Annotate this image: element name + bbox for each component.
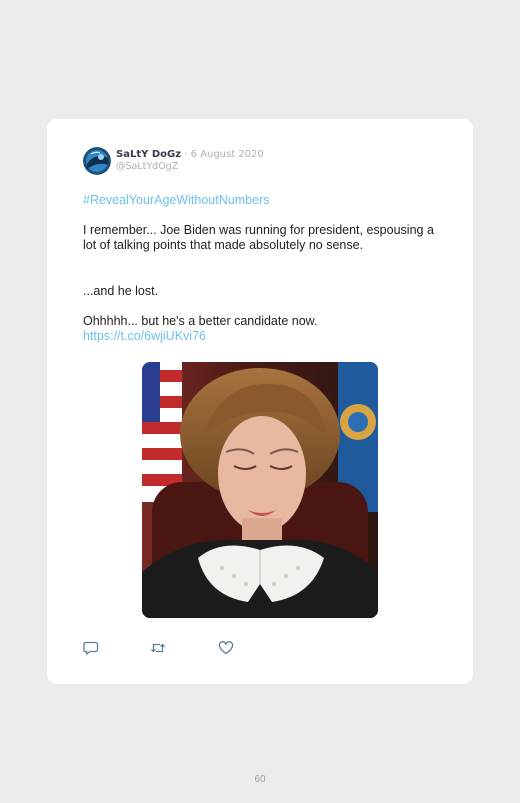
tweet-paragraph: I remember... Joe Biden was running for … [83,223,434,252]
tweet-header: SaLtY DoGz · 6 August 2020 [116,149,264,161]
author-name[interactable]: SaLtY DoGz [116,149,181,160]
tweet-media[interactable] [142,362,378,618]
header-separator: · [184,149,188,160]
retweet-icon[interactable] [150,641,166,655]
judge-photo [142,362,378,618]
tweet-link[interactable]: https://t.co/6wjiUKvi76 [83,329,206,344]
avatar-image [83,147,111,175]
tweet-paragraph: ...and he lost. [83,284,159,298]
author-handle[interactable]: @SaLtYdOgZ [116,161,178,173]
page-number: 60 [254,774,266,785]
hashtag-link[interactable]: #RevealYourAgeWithoutNumbers [83,193,269,208]
tweet-date[interactable]: 6 August 2020 [191,149,264,160]
tweet-paragraph: Ohhhhh... but he's a better candidate no… [83,314,318,328]
heart-icon[interactable] [218,641,234,655]
tweet-card: SaLtY DoGz · 6 August 2020 @SaLtYdOgZ #R… [47,119,473,684]
reply-icon[interactable] [83,641,99,655]
user-avatar[interactable] [83,147,111,175]
